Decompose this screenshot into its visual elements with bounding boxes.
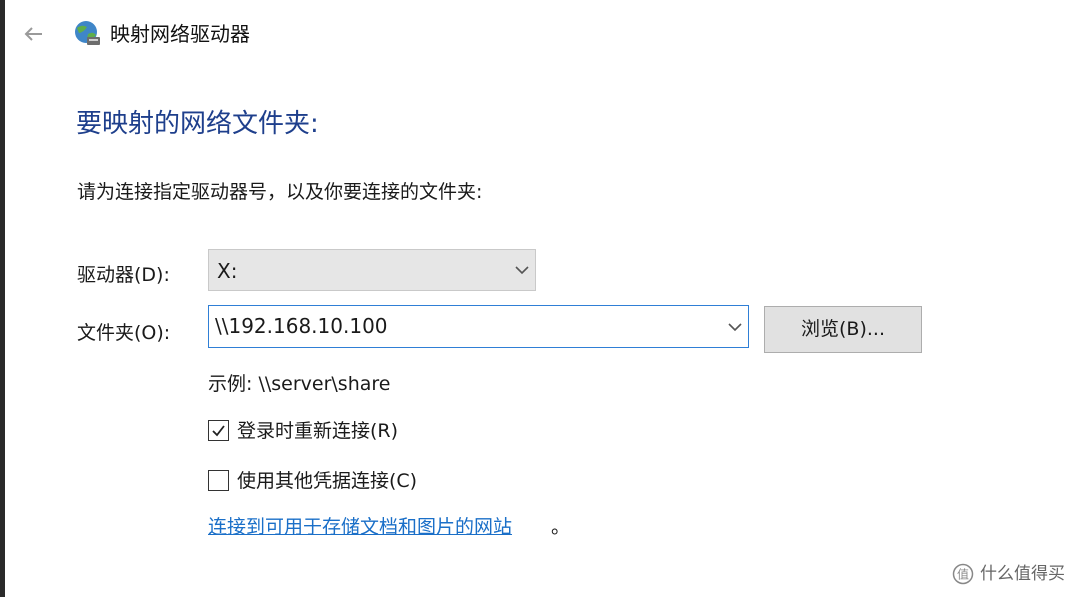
folder-label: 文件夹(O): <box>77 322 171 344</box>
window-left-border <box>0 0 5 597</box>
drive-label: 驱动器(D): <box>77 264 170 286</box>
checkmark-icon <box>212 425 225 437</box>
reconnect-label[interactable]: 登录时重新连接(R) <box>237 418 398 444</box>
browse-button[interactable]: 浏览(B)... <box>764 306 922 353</box>
window-title: 映射网络驱动器 <box>110 22 250 46</box>
example-text: 示例: \\server\share <box>208 373 391 395</box>
network-drive-icon <box>72 18 102 48</box>
folder-path-input[interactable]: \\192.168.10.100 <box>215 313 388 339</box>
link-trailing-period: 。 <box>551 516 571 538</box>
smzdm-logo-icon: 值 <box>952 563 974 585</box>
back-arrow-icon <box>24 27 42 41</box>
drive-letter-select[interactable]: X: <box>208 249 536 291</box>
other-credentials-label[interactable]: 使用其他凭据连接(C) <box>237 468 417 494</box>
folder-path-combobox[interactable]: \\192.168.10.100 <box>208 305 749 348</box>
chevron-down-icon[interactable] <box>727 322 743 332</box>
watermark-text: 什么值得买 <box>980 564 1065 584</box>
other-credentials-checkbox[interactable] <box>208 470 229 491</box>
reconnect-checkbox[interactable] <box>208 420 229 441</box>
svg-text:值: 值 <box>957 567 969 582</box>
page-heading: 要映射的网络文件夹: <box>76 109 319 139</box>
instruction-text: 请为连接指定驱动器号，以及你要连接的文件夹: <box>77 181 483 203</box>
chevron-down-icon <box>515 266 529 275</box>
connect-website-link[interactable]: 连接到可用于存储文档和图片的网站 <box>208 514 512 540</box>
back-button[interactable] <box>20 20 48 48</box>
drive-letter-value: X: <box>217 259 238 283</box>
